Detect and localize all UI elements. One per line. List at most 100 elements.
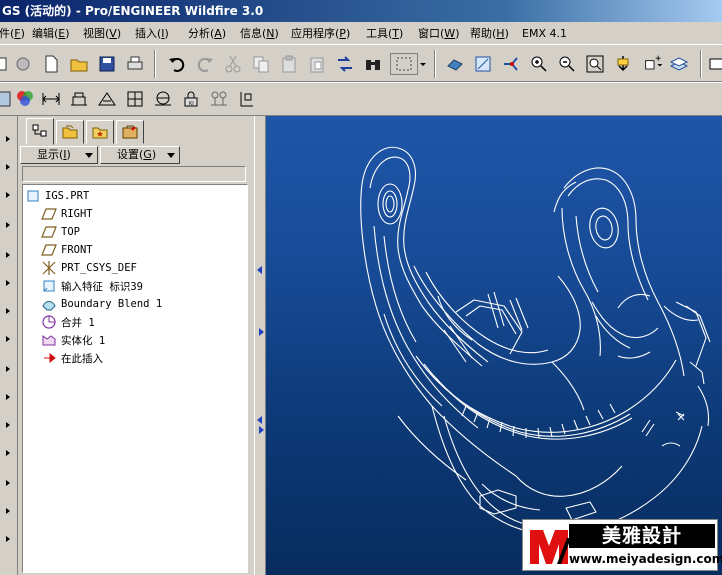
menu-file[interactable]: 文件(F) xyxy=(0,26,25,42)
display-style-button[interactable] xyxy=(0,88,14,110)
toolbar-separator xyxy=(700,50,702,78)
watermark-badge: 美雅設計 www.meiyadesign.com xyxy=(522,519,722,571)
tree-item-top[interactable]: TOP xyxy=(41,223,80,241)
expand-arrow-icon[interactable] xyxy=(6,394,10,400)
open-file-button[interactable] xyxy=(68,53,90,75)
zoom-out-button[interactable] xyxy=(556,53,578,75)
tab-folder-browser[interactable] xyxy=(56,120,84,144)
relations-button[interactable] xyxy=(236,88,258,110)
solidify-icon xyxy=(41,332,57,348)
insert-here-icon xyxy=(41,350,57,366)
x-section-button[interactable] xyxy=(152,88,174,110)
watermark-title: 美雅設計 xyxy=(569,524,715,548)
expand-arrow-icon[interactable] xyxy=(6,422,10,428)
expand-arrow-icon[interactable] xyxy=(6,136,10,142)
menu-tools[interactable]: 工具(T) xyxy=(366,26,403,42)
expand-arrow-icon[interactable] xyxy=(6,508,10,514)
menu-info[interactable]: 信息(N) xyxy=(240,26,279,42)
tree-item-boundary-blend[interactable]: Boundary Blend 1 xyxy=(41,295,162,313)
tab-connections[interactable] xyxy=(116,120,144,144)
collapse-arrow-icon[interactable] xyxy=(257,266,262,274)
show-dropdown[interactable]: 显示(I) xyxy=(20,146,98,164)
part-icon xyxy=(25,188,41,204)
find-button[interactable] xyxy=(362,53,384,75)
expand-arrow-icon[interactable] xyxy=(6,192,10,198)
appearance-button[interactable] xyxy=(14,88,36,110)
model-properties-button[interactable] xyxy=(68,88,90,110)
tab-model-tree[interactable] xyxy=(26,118,54,145)
menu-emx[interactable]: EMX 4.1 xyxy=(522,26,567,42)
repaint-button[interactable] xyxy=(444,53,466,75)
redo-button[interactable] xyxy=(194,53,216,75)
section-button[interactable] xyxy=(124,88,146,110)
settings-dropdown[interactable]: 设置(G) xyxy=(100,146,180,164)
expand-arrow-icon[interactable] xyxy=(6,280,10,286)
tree-item-part[interactable]: IGS.PRT xyxy=(25,187,89,205)
new-file-button[interactable] xyxy=(40,53,62,75)
feature-toolbar: KI xyxy=(0,82,722,116)
boundary-blend-icon xyxy=(41,296,57,312)
tree-item-front[interactable]: FRONT xyxy=(41,241,93,259)
saved-views-button[interactable] xyxy=(640,53,668,75)
datum-plane-icon xyxy=(41,206,57,222)
selection-box-button[interactable] xyxy=(390,53,418,75)
selection-dropdown-button[interactable] xyxy=(418,53,428,75)
save-button[interactable] xyxy=(96,53,118,75)
expand-arrow-icon[interactable] xyxy=(6,222,10,228)
tree-item-csys[interactable]: PRT_CSYS_DEF xyxy=(41,259,137,277)
expand-arrow-icon[interactable] xyxy=(6,450,10,456)
menu-view[interactable]: 视图(V) xyxy=(83,26,121,42)
expand-arrow-icon[interactable] xyxy=(6,536,10,542)
expand-arrow-icon[interactable] xyxy=(6,480,10,486)
expand-arrow-icon[interactable] xyxy=(259,426,264,434)
expand-arrow-icon[interactable] xyxy=(6,366,10,372)
family-table-button[interactable] xyxy=(208,88,230,110)
window-title: GS (活动的) - Pro/ENGINEER Wildfire 3.0 xyxy=(2,4,264,18)
saved-views-icon xyxy=(645,55,663,70)
dashed-box-icon xyxy=(396,57,412,71)
graphics-window[interactable] xyxy=(266,116,722,575)
menu-window[interactable]: 窗口(W) xyxy=(418,26,459,42)
tree-item-import-feature[interactable]: 输入特征 标识39 xyxy=(41,277,143,295)
tree-filter-bar[interactable] xyxy=(22,166,246,182)
layers-button[interactable] xyxy=(668,53,690,75)
new-window-button[interactable] xyxy=(0,53,10,75)
tree-item-merge[interactable]: 合并 1 xyxy=(41,313,95,331)
expand-arrow-icon[interactable] xyxy=(6,164,10,170)
measure-distance-button[interactable] xyxy=(40,88,62,110)
menu-applications[interactable]: 应用程序(P) xyxy=(291,26,350,42)
more-tools-button[interactable] xyxy=(706,53,722,75)
orient-icon xyxy=(504,57,518,71)
orient-mode-button[interactable] xyxy=(500,53,522,75)
paste-special-button[interactable] xyxy=(306,53,328,75)
expand-arrow-icon[interactable] xyxy=(6,252,10,258)
copy-button[interactable] xyxy=(250,53,272,75)
reorient-button[interactable] xyxy=(612,53,634,75)
tree-item-solidify[interactable]: 实体化 1 xyxy=(41,331,105,349)
mass-properties-button[interactable] xyxy=(96,88,118,110)
print-setup-button[interactable] xyxy=(12,53,34,75)
expand-arrow-icon[interactable] xyxy=(6,308,10,314)
tree-item-insert-here[interactable]: 在此插入 xyxy=(41,349,103,367)
regenerate-button[interactable] xyxy=(334,53,356,75)
scissors-icon xyxy=(225,55,241,73)
menu-help[interactable]: 帮助(H) xyxy=(470,26,509,42)
lock-button[interactable]: KI xyxy=(180,88,202,110)
menu-analysis[interactable]: 分析(A) xyxy=(188,26,226,42)
navigator-splitter[interactable] xyxy=(254,116,266,575)
spin-center-button[interactable] xyxy=(472,53,494,75)
print-button[interactable] xyxy=(124,53,146,75)
expand-arrow-icon[interactable] xyxy=(6,336,10,342)
menu-edit[interactable]: 编辑(E) xyxy=(32,26,70,42)
menu-insert[interactable]: 插入(I) xyxy=(135,26,169,42)
collapse-arrow-icon[interactable] xyxy=(257,416,262,424)
cut-button[interactable] xyxy=(222,53,244,75)
zoom-in-button[interactable] xyxy=(528,53,550,75)
expand-arrow-icon[interactable] xyxy=(259,328,264,336)
paste-button[interactable] xyxy=(278,53,300,75)
undo-button[interactable] xyxy=(166,53,188,75)
refit-button[interactable] xyxy=(584,53,606,75)
tab-favorites[interactable] xyxy=(86,120,114,144)
tree-item-right[interactable]: RIGHT xyxy=(41,205,93,223)
watermark-url: www.meiyadesign.com xyxy=(569,552,722,566)
